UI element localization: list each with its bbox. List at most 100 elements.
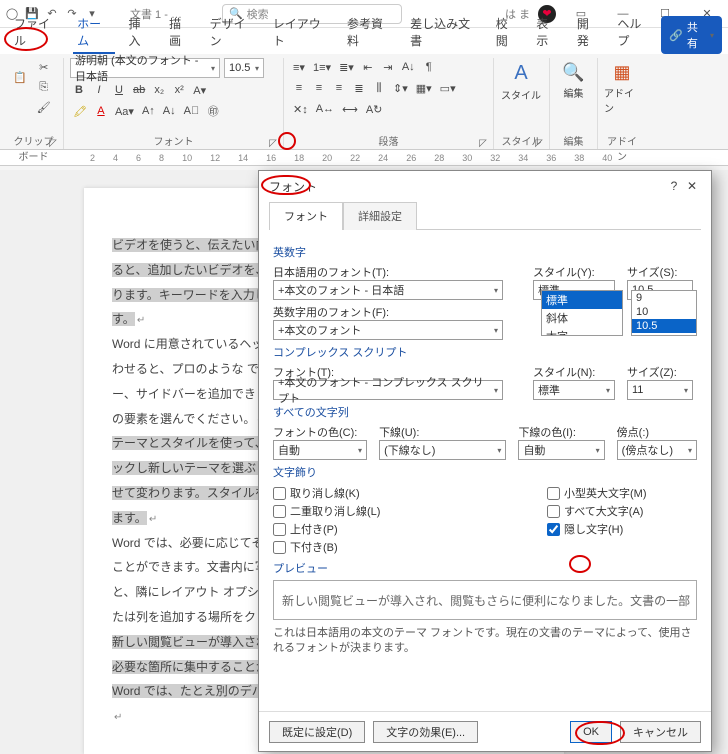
fit-text-button[interactable]: ⟷ xyxy=(339,100,361,118)
align-right-button[interactable]: ≡ xyxy=(330,79,348,97)
font-name-combo[interactable]: 游明朝 (本文のフォント - 日本語▾ xyxy=(70,58,220,78)
addins-button[interactable]: ▦アドイン xyxy=(604,58,640,115)
text-effects-button[interactable]: A▾ xyxy=(190,81,209,99)
clear-format-button[interactable]: A⃠ xyxy=(181,102,203,120)
check-hidden[interactable]: 隠し文字(H) xyxy=(547,520,697,538)
format-painter-button[interactable]: 🖌 xyxy=(34,98,54,116)
tab-home[interactable]: ホーム xyxy=(69,11,118,54)
list-size[interactable]: 9 10 10.5 xyxy=(631,290,697,336)
list-item[interactable]: 10 xyxy=(632,305,696,319)
clipboard-launcher-icon[interactable]: ◸ xyxy=(47,137,59,149)
check-superscript[interactable]: 上付き(P) xyxy=(273,520,547,538)
combo-csize-value: 11 xyxy=(632,384,643,396)
styles-button[interactable]: Aスタイル xyxy=(500,58,542,102)
dialog-help-icon[interactable]: ? xyxy=(665,179,683,193)
tab-help[interactable]: ヘルプ xyxy=(609,11,659,54)
label-en-font: 英数字用のフォント(F): xyxy=(273,304,533,320)
combo-en-font[interactable]: +本文のフォント▾ xyxy=(273,320,503,340)
combo-jp-font[interactable]: +本文のフォント - 日本語▾ xyxy=(273,280,503,300)
tab-layout[interactable]: レイアウト xyxy=(265,11,337,54)
subscript-button[interactable]: x₂ xyxy=(150,81,168,99)
decrease-indent-button[interactable]: ⇤ xyxy=(359,58,377,76)
tab-design[interactable]: デザイン xyxy=(202,11,263,54)
font-color-button[interactable]: A xyxy=(92,102,110,120)
underline-button[interactable]: U xyxy=(110,81,128,99)
strike-button[interactable]: ab xyxy=(130,81,148,99)
paste-button[interactable]: 📋 xyxy=(10,58,30,96)
copy-button[interactable]: ⎘ xyxy=(34,78,54,96)
cut-button[interactable]: ✂ xyxy=(34,58,54,76)
grow-font-button[interactable]: A↑ xyxy=(139,102,158,120)
combo-underline[interactable]: (下線なし)▾ xyxy=(379,440,506,460)
combo-cfont[interactable]: +本文のフォント - コンプレックス スクリプト▾ xyxy=(273,380,503,400)
list-item[interactable]: 9 xyxy=(632,291,696,305)
multilevel-button[interactable]: ≣▾ xyxy=(336,58,357,76)
doc-line: ビデオを使うと、伝えたい内 xyxy=(112,238,268,252)
check-small-caps[interactable]: 小型英大文字(M) xyxy=(547,484,697,502)
font-size-combo[interactable]: 10.5▾ xyxy=(224,58,264,78)
sort-button[interactable]: A↓ xyxy=(399,58,418,76)
tab-mailings[interactable]: 差し込み文書 xyxy=(402,11,486,54)
bold-button[interactable]: B xyxy=(70,81,88,99)
tab-file[interactable]: ファイル xyxy=(6,11,67,54)
dialog-close-icon[interactable]: ✕ xyxy=(683,179,701,193)
superscript-button[interactable]: x² xyxy=(170,81,188,99)
tab-references[interactable]: 参考資料 xyxy=(339,11,400,54)
ok-button[interactable]: OK xyxy=(570,721,612,743)
italic-button[interactable]: I xyxy=(90,81,108,99)
dialog-tab-advanced[interactable]: 詳細設定 xyxy=(343,202,417,230)
ribbon: 📋 ✂ ⎘ 🖌 クリップボード◸ 游明朝 (本文のフォント - 日本語▾ 10.… xyxy=(0,54,728,150)
combo-en-font-value: +本文のフォント xyxy=(278,322,361,338)
enclose-char-button[interactable]: ㊞ xyxy=(204,102,222,120)
combo-csize[interactable]: 11▾ xyxy=(627,380,693,400)
tab-insert[interactable]: 挿入 xyxy=(121,11,160,54)
numbering-button[interactable]: 1≡▾ xyxy=(310,58,334,76)
check-strike[interactable]: 取り消し線(K) xyxy=(273,484,547,502)
shading-button[interactable]: ▦▾ xyxy=(413,79,435,97)
text-effects-button[interactable]: 文字の効果(E)... xyxy=(373,721,478,743)
tab-draw[interactable]: 描画 xyxy=(161,11,200,54)
shrink-font-button[interactable]: A↓ xyxy=(160,102,179,120)
line-spacing-button[interactable]: ⇕▾ xyxy=(390,79,411,97)
check-subscript[interactable]: 下付き(B) xyxy=(273,538,547,556)
tab-developer[interactable]: 開発 xyxy=(569,11,608,54)
text-direction-button[interactable]: A↻ xyxy=(363,100,386,118)
editing-button-label: 編集 xyxy=(564,85,584,100)
paragraph-launcher-icon[interactable]: ◸ xyxy=(477,137,489,149)
combo-font-color[interactable]: 自動▾ xyxy=(273,440,367,460)
section-all-text: すべての文字列 xyxy=(273,404,697,420)
font-launcher-icon[interactable]: ◸ xyxy=(267,137,279,149)
show-marks-button[interactable]: ¶ xyxy=(420,58,438,76)
distribute-button[interactable]: ⫼ xyxy=(370,79,388,97)
set-default-button[interactable]: 既定に設定(D) xyxy=(269,721,365,743)
asian-layout-button[interactable]: ✕↕ xyxy=(290,100,311,118)
check-double-strike[interactable]: 二重取り消し線(L) xyxy=(273,502,547,520)
highlight-button[interactable]: 🖍 xyxy=(70,102,90,120)
combo-emphasis[interactable]: (傍点なし)▾ xyxy=(617,440,697,460)
list-item[interactable]: 標準 xyxy=(542,291,622,309)
combo-underline-color[interactable]: 自動▾ xyxy=(518,440,604,460)
char-shading-button[interactable]: Aa▾ xyxy=(112,102,137,120)
share-button[interactable]: 🔗 共有 ▾ xyxy=(661,16,722,54)
cancel-button[interactable]: キャンセル xyxy=(620,721,701,743)
list-item[interactable]: 10.5 xyxy=(632,319,696,333)
combo-cstyle[interactable]: 標準▾ xyxy=(533,380,615,400)
bullets-button[interactable]: ≡▾ xyxy=(290,58,308,76)
tab-view[interactable]: 表示 xyxy=(528,11,567,54)
label-font-color: フォントの色(C): xyxy=(273,424,367,440)
borders-button[interactable]: ▭▾ xyxy=(437,79,459,97)
align-left-button[interactable]: ≡ xyxy=(290,79,308,97)
justify-button[interactable]: ≣ xyxy=(350,79,368,97)
dialog-titlebar[interactable]: フォント ? ✕ xyxy=(259,171,711,201)
list-item[interactable]: 斜体 xyxy=(542,309,622,327)
list-item[interactable]: 太字 xyxy=(542,327,622,336)
check-all-caps[interactable]: すべて大文字(A) xyxy=(547,502,697,520)
dialog-tab-font[interactable]: フォント xyxy=(269,202,343,230)
tab-review[interactable]: 校閲 xyxy=(488,11,527,54)
align-center-button[interactable]: ≡ xyxy=(310,79,328,97)
editing-button[interactable]: 🔍編集 xyxy=(556,58,591,100)
styles-launcher-icon[interactable]: ◸ xyxy=(533,137,545,149)
increase-indent-button[interactable]: ⇥ xyxy=(379,58,397,76)
char-scale-button[interactable]: A↔ xyxy=(313,100,337,118)
list-style[interactable]: 標準 斜体 太字 xyxy=(541,290,623,336)
